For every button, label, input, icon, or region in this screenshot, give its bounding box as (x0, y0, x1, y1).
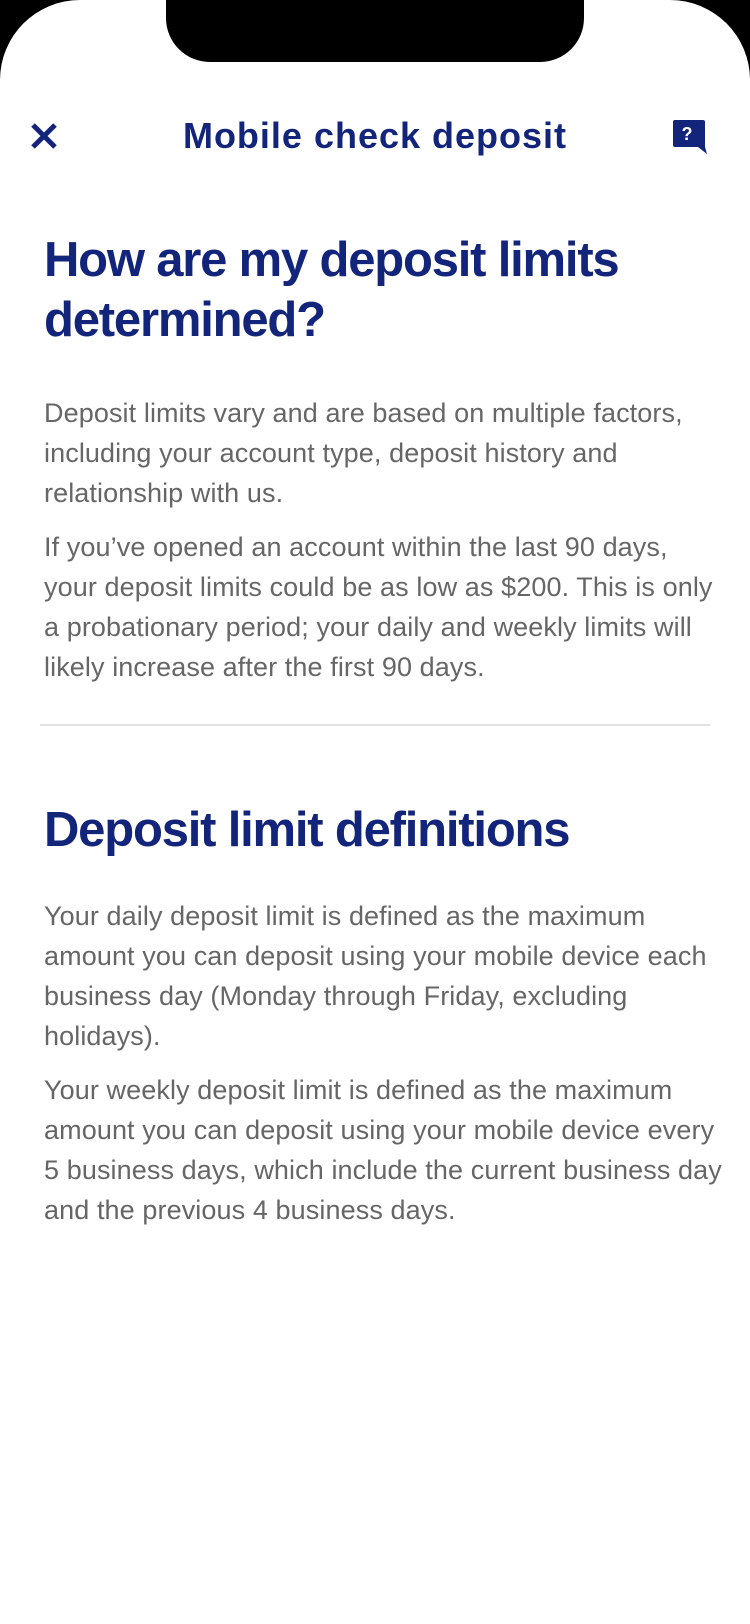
paragraph-daily-limit: Your daily deposit limit is defined as t… (44, 901, 707, 1051)
help-chat-icon: ? (673, 120, 707, 154)
help-button[interactable]: ? (670, 118, 718, 162)
paragraph-limits-factors: Deposit limits vary and are based on mul… (44, 398, 683, 508)
device-notch (166, 0, 584, 62)
screen: Mobile check deposit ? How are my deposi… (0, 0, 750, 1624)
definitions-section: Deposit limit definitions Your daily dep… (44, 800, 724, 1230)
help-glyph: ? (682, 124, 693, 144)
section-heading-definitions: Deposit limit definitions (44, 803, 571, 857)
paragraph-probationary-period: If you’ve opened an account within the l… (44, 532, 713, 682)
limits-explanation-section: How are my deposit limits determined? De… (44, 230, 716, 687)
page-title: Mobile check deposit (182, 115, 568, 156)
paragraph-weekly-limit: Your weekly deposit limit is defined as … (44, 1075, 722, 1225)
section-divider (40, 724, 710, 726)
top-nav-bar: Mobile check deposit ? (0, 100, 750, 180)
section-heading-limits: How are my deposit limits determined? (44, 233, 620, 347)
